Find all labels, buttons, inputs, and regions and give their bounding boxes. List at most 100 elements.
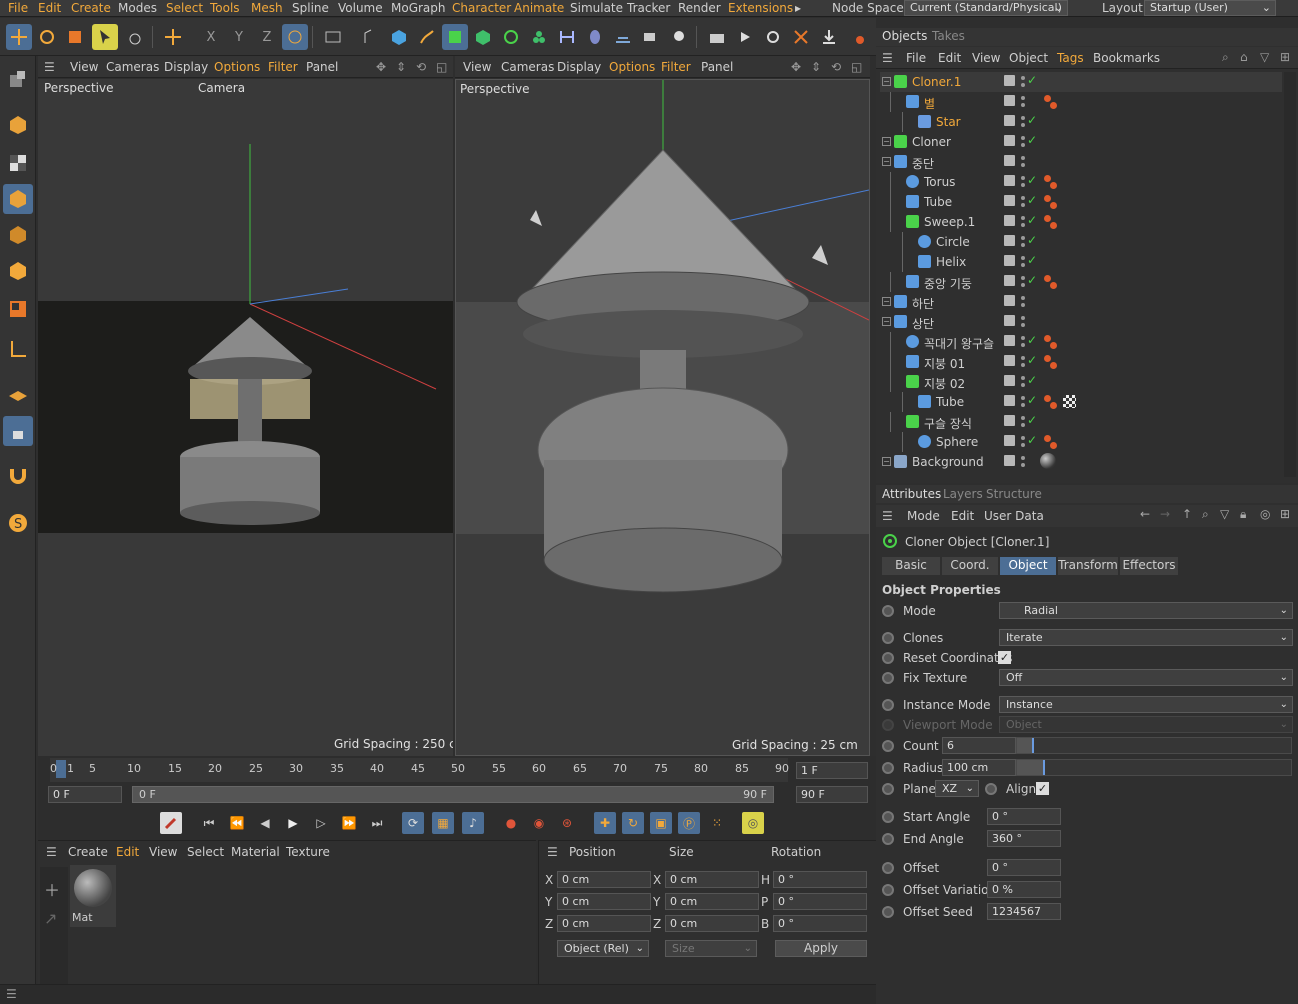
tab-takes[interactable]: Takes [932, 29, 965, 43]
node-space-select[interactable]: Current (Standard/Physical) ⌄ [904, 0, 1068, 16]
primitive-button[interactable] [386, 24, 412, 50]
pos-y-field[interactable]: 0 cm [557, 893, 651, 910]
size-z-field[interactable]: 0 cm [665, 915, 759, 932]
object-row[interactable]: Background − [880, 452, 1282, 472]
plane-select[interactable]: XZ ⌄ [935, 780, 979, 797]
locked-workplane-button[interactable] [3, 416, 33, 446]
menu-volume[interactable]: Volume [338, 1, 383, 16]
object-row[interactable]: Sweep.1 ✓ [880, 212, 1282, 232]
animate-radio[interactable] [882, 906, 894, 918]
left-viewport-camera-label[interactable]: Camera [198, 81, 245, 95]
layer-toggle[interactable] [1004, 415, 1015, 426]
enabled-check-icon[interactable]: ✓ [1027, 193, 1037, 207]
render-visibility-dot[interactable] [1021, 403, 1025, 407]
layer-toggle[interactable] [1004, 75, 1015, 86]
render-region-button[interactable] [320, 24, 346, 50]
animate-radio[interactable] [882, 762, 894, 774]
motion-clip-button[interactable]: ◎ [742, 812, 764, 834]
current-frame-field[interactable]: 1 F [796, 762, 868, 779]
plus-icon[interactable]: ＋ [44, 877, 60, 901]
maximize-view-icon[interactable]: ◱ [436, 60, 447, 74]
animate-radio[interactable] [882, 884, 894, 896]
pos-x-field[interactable]: 0 cm [557, 871, 651, 888]
editor-visibility-dot[interactable] [1021, 276, 1025, 280]
object-row[interactable]: 구슬 장식 ✓ [880, 412, 1282, 432]
object-row[interactable]: Tube ✓ [880, 192, 1282, 212]
enabled-check-icon[interactable]: ✓ [1027, 233, 1037, 247]
animate-radio[interactable] [882, 632, 894, 644]
y-axis-lock-button[interactable]: Y [226, 24, 252, 50]
fracture-button[interactable] [526, 24, 552, 50]
layer-toggle[interactable] [1004, 175, 1015, 186]
radius-slider-handle[interactable] [1043, 760, 1045, 775]
editor-visibility-dot[interactable] [1021, 296, 1025, 300]
collapse-icon[interactable]: − [882, 317, 891, 326]
filter-icon[interactable]: ▽ [1220, 507, 1229, 521]
key-pla-button[interactable]: ⁙ [706, 812, 728, 834]
render-visibility-dot[interactable] [1021, 243, 1025, 247]
phong-tag-icon[interactable] [1044, 395, 1051, 402]
light-button[interactable] [666, 24, 692, 50]
editor-visibility-dot[interactable] [1021, 436, 1025, 440]
tab-layers[interactable]: Layers [943, 487, 983, 501]
vp-left-panel-menu[interactable]: Panel [306, 60, 338, 74]
field-button[interactable] [554, 24, 580, 50]
instance-mode-select[interactable]: Instance ⌄ [999, 696, 1293, 713]
clones-select[interactable]: Iterate ⌄ [999, 629, 1293, 646]
editor-visibility-dot[interactable] [1021, 416, 1025, 420]
layout-select[interactable]: Startup (User) ⌄ [1144, 0, 1276, 16]
z-axis-lock-button[interactable]: Z [254, 24, 280, 50]
phong-tag-icon[interactable] [1044, 355, 1051, 362]
render-visibility-dot[interactable] [1021, 363, 1025, 367]
menu-file[interactable]: File [8, 1, 28, 16]
layer-toggle[interactable] [1004, 275, 1015, 286]
home-icon[interactable]: ⌂ [1240, 50, 1248, 64]
editor-visibility-dot[interactable] [1021, 236, 1025, 240]
recent-tool-button[interactable] [122, 24, 148, 50]
menu-more-icon[interactable]: ▸ [795, 1, 801, 16]
obj-file-menu[interactable]: File [906, 51, 926, 65]
align-checkbox[interactable]: ✓ [1036, 782, 1049, 795]
obj-object-menu[interactable]: Object [1009, 51, 1048, 65]
hamburger-icon[interactable]: ☰ [882, 509, 893, 523]
snap-button[interactable] [788, 24, 814, 50]
editor-visibility-dot[interactable] [1021, 96, 1025, 100]
tab-attributes[interactable]: Attributes [882, 487, 941, 501]
object-row[interactable]: 지붕 02 ✓ [880, 372, 1282, 392]
phong-tag-icon[interactable] [1050, 402, 1057, 409]
subtab-effectors[interactable]: Effectors [1120, 557, 1178, 575]
layer-toggle[interactable] [1004, 215, 1015, 226]
go-to-end-button[interactable]: ⏭ [366, 812, 388, 834]
object-row[interactable]: 하단 − [880, 292, 1282, 312]
hamburger-icon[interactable]: ☰ [882, 51, 893, 65]
count-slider[interactable] [1016, 737, 1292, 754]
move-view-icon[interactable]: ✥ [376, 60, 386, 74]
editor-visibility-dot[interactable] [1021, 136, 1025, 140]
phong-tag-icon[interactable] [1044, 195, 1051, 202]
layer-toggle[interactable] [1004, 335, 1015, 346]
render-visibility-dot[interactable] [1021, 143, 1025, 147]
generator-button[interactable] [442, 24, 468, 50]
phong-tag-icon[interactable] [1044, 215, 1051, 222]
hamburger-icon[interactable]: ☰ [547, 845, 558, 859]
layer-toggle[interactable] [1004, 115, 1015, 126]
phong-tag-icon[interactable] [1044, 175, 1051, 182]
editor-visibility-dot[interactable] [1021, 356, 1025, 360]
object-row[interactable]: 별 [880, 92, 1282, 112]
texture-mode-button[interactable] [3, 148, 33, 178]
back-arrow-icon[interactable]: ← [1140, 507, 1150, 521]
render-settings-button[interactable] [760, 24, 786, 50]
play-button[interactable]: ▶ [282, 812, 304, 834]
menu-tracker[interactable]: Tracker [627, 1, 670, 16]
enabled-check-icon[interactable]: ✓ [1027, 213, 1037, 227]
object-row[interactable]: Cloner.1 ✓ − [880, 72, 1282, 92]
workplane-button[interactable] [3, 380, 33, 410]
size-x-field[interactable]: 0 cm [665, 871, 759, 888]
go-to-start-button[interactable]: ⏮ [198, 812, 220, 834]
vp-right-panel-menu[interactable]: Panel [701, 60, 733, 74]
record-keys-button[interactable] [160, 812, 182, 834]
phong-tag-icon[interactable] [1044, 95, 1051, 102]
key-position-button[interactable]: ✚ [594, 812, 616, 834]
vp-right-cameras-menu[interactable]: Cameras [501, 60, 554, 74]
layer-toggle[interactable] [1004, 255, 1015, 266]
